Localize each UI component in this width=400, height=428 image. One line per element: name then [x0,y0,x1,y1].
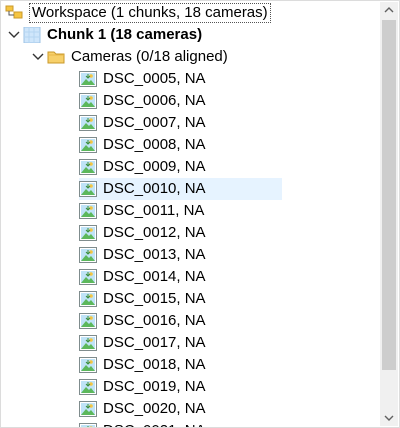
camera-image-icon [79,156,97,178]
camera-label: DSC_0010, NA [103,180,206,197]
camera-list-item[interactable]: DSC_0021, NA [79,420,282,427]
camera-list-item[interactable]: DSC_0015, NA [79,288,282,310]
workspace-label: Workspace (1 chunks, 18 cameras) [29,3,271,23]
camera-list-item[interactable]: DSC_0014, NA [79,266,282,288]
camera-image-icon [79,332,97,354]
camera-label: DSC_0012, NA [103,224,206,241]
chevron-down-icon[interactable] [5,24,23,46]
camera-label: DSC_0011, NA [103,202,205,219]
camera-image-icon [79,310,97,332]
scroll-up-arrow-icon[interactable] [380,2,398,19]
scrollbar-thumb[interactable] [382,20,396,370]
camera-list-item[interactable]: DSC_0005, NA [79,68,282,90]
camera-label: DSC_0018, NA [103,356,206,373]
camera-label: DSC_0017, NA [103,334,206,351]
folder-icon [47,46,65,68]
tree-item-chunk-1[interactable]: Chunk 1 (18 cameras) [5,24,202,46]
chunk-label: Chunk 1 (18 cameras) [47,26,203,43]
camera-list-item[interactable]: DSC_0016, NA [79,310,282,332]
camera-list-item[interactable]: DSC_0013, NA [79,244,282,266]
camera-image-icon [79,376,97,398]
camera-list-item[interactable]: DSC_0017, NA [79,332,282,354]
tree-item-workspace[interactable]: Workspace (1 chunks, 18 cameras) [5,2,271,24]
camera-image-icon [79,420,97,427]
camera-label: DSC_0020, NA [103,400,206,417]
camera-list-item[interactable]: DSC_0009, NA [79,156,282,178]
camera-label: DSC_0019, NA [103,378,206,395]
camera-list-item[interactable]: DSC_0006, NA [79,90,282,112]
camera-image-icon [79,354,97,376]
camera-label: DSC_0009, NA [103,158,206,175]
camera-list-item[interactable]: DSC_0020, NA [79,398,282,420]
camera-image-icon [79,222,97,244]
camera-label: DSC_0015, NA [103,290,206,307]
camera-label: DSC_0016, NA [103,312,206,329]
camera-label: DSC_0021, NA [103,420,206,427]
camera-list-item[interactable]: DSC_0010, NA [79,178,282,200]
workspace-tree-panel: Workspace (1 chunks, 18 cameras) Chunk 1… [0,0,400,428]
camera-list-item[interactable]: DSC_0008, NA [79,134,282,156]
chunk-icon [23,24,41,46]
camera-image-icon [79,134,97,156]
camera-image-icon [79,178,97,200]
workspace-tree: Workspace (1 chunks, 18 cameras) Chunk 1… [1,1,379,427]
camera-label: DSC_0013, NA [103,246,206,263]
camera-list-item[interactable]: DSC_0018, NA [79,354,282,376]
camera-label: DSC_0014, NA [103,268,206,285]
scroll-down-arrow-icon[interactable] [380,409,398,426]
cameras-folder-label: Cameras (0/18 aligned) [71,48,228,65]
camera-label: DSC_0008, NA [103,136,206,153]
camera-image-icon [79,266,97,288]
chevron-down-icon[interactable] [29,46,47,68]
camera-image-icon [79,244,97,266]
camera-label: DSC_0007, NA [103,114,206,131]
camera-image-icon [79,90,97,112]
camera-image-icon [79,398,97,420]
tree-item-cameras-folder[interactable]: Cameras (0/18 aligned) [29,46,228,68]
camera-image-icon [79,200,97,222]
vertical-scrollbar[interactable] [380,2,398,426]
camera-image-icon [79,112,97,134]
camera-image-icon [79,68,97,90]
camera-list-item[interactable]: DSC_0019, NA [79,376,282,398]
camera-image-icon [79,288,97,310]
camera-label: DSC_0006, NA [103,92,206,109]
camera-list-item[interactable]: DSC_0007, NA [79,112,282,134]
workspace-icon [5,2,23,24]
camera-list-item[interactable]: DSC_0011, NA [79,200,282,222]
camera-list-item[interactable]: DSC_0012, NA [79,222,282,244]
camera-label: DSC_0005, NA [103,70,206,87]
